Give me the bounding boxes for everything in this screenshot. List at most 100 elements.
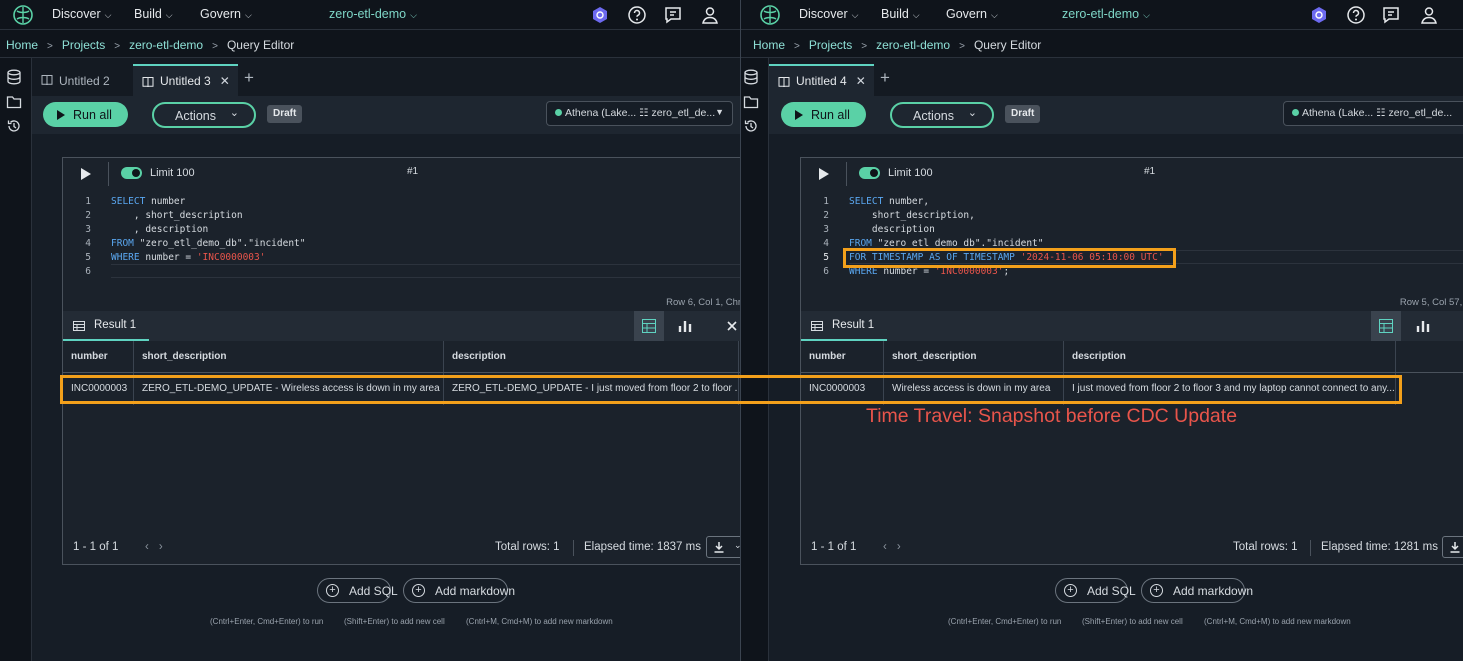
connection-selector[interactable]: Athena (Lake... ☷ zero_etl_de... [1283, 101, 1463, 126]
breadcrumb-project[interactable]: zero-etl-demo [129, 38, 203, 52]
elapsed-time: Elapsed time: 1837 ms [584, 541, 701, 553]
add-sql-button[interactable]: + Add SQL [317, 578, 398, 603]
run-all-button[interactable]: Run all [43, 102, 128, 127]
close-tab-icon[interactable]: ✕ [856, 74, 866, 88]
cursor-status: Row 5, Col 57, Ch [1399, 297, 1463, 308]
app-logo-icon[interactable] [12, 4, 34, 26]
history-icon[interactable] [6, 118, 22, 134]
breadcrumb-home[interactable]: Home [753, 38, 785, 52]
pagination-arrows[interactable]: ‹› [883, 541, 911, 553]
code-line: FROM "zero_etl_demo_db"."incident" [111, 238, 306, 249]
help-icon[interactable] [627, 5, 647, 25]
column-header-description[interactable]: description [1064, 341, 1396, 372]
app-logo-icon[interactable] [759, 4, 781, 26]
table-view-button[interactable] [634, 311, 664, 341]
hint-run: (Cntrl+Enter, Cmd+Enter) to run [210, 617, 324, 626]
plus-circle-icon: + [412, 584, 425, 597]
breadcrumb-home[interactable]: Home [6, 38, 38, 52]
nav-build[interactable]: Build ⌵ [881, 7, 920, 21]
history-icon[interactable] [743, 118, 759, 134]
top-nav-bar: Discover ⌵ Build ⌵ Govern ⌵ zero-etl-demo ⌵ [0, 0, 740, 30]
code-line: , short_description [111, 210, 243, 221]
download-button[interactable]: ⌄ [706, 536, 740, 558]
amazon-q-icon[interactable] [1309, 5, 1329, 25]
result-tab[interactable]: Result 1 [63, 311, 149, 341]
column-header-number[interactable]: number [801, 341, 884, 372]
divider [108, 162, 109, 186]
run-all-button[interactable]: Run all [781, 102, 866, 127]
chart-view-button[interactable] [670, 311, 700, 341]
column-header-number[interactable]: number [63, 341, 134, 372]
limit-toggle[interactable] [121, 167, 142, 179]
download-button[interactable] [1442, 536, 1463, 558]
tab-untitled-4[interactable]: Untitled 4 ✕ [769, 64, 874, 96]
database-icon[interactable] [743, 69, 759, 85]
actions-label: Actions [175, 109, 216, 123]
nav-govern[interactable]: Govern ⌵ [200, 7, 252, 21]
folder-icon[interactable] [6, 94, 22, 110]
folder-icon[interactable] [743, 94, 759, 110]
chart-view-button[interactable] [1408, 311, 1438, 341]
add-markdown-button[interactable]: + Add markdown [1141, 578, 1253, 603]
close-tab-icon[interactable]: ✕ [220, 74, 230, 88]
breadcrumb-projects[interactable]: Projects [62, 38, 105, 52]
actions-dropdown[interactable]: Actions ⌄ [152, 102, 256, 128]
cell-number: #1 [1144, 166, 1156, 177]
amazon-q-icon[interactable] [590, 5, 610, 25]
add-tab-icon[interactable]: + [244, 68, 254, 88]
sql-code-editor[interactable]: 1 SELECT number 2 , short_description 3 ,… [63, 196, 740, 282]
add-sql-button[interactable]: + Add SQL [1055, 578, 1136, 603]
hint-markdown: (Cntrl+M, Cmd+M) to add new markdown [1204, 617, 1351, 626]
left-side-rail [741, 58, 769, 661]
project-name: zero-etl-demo [329, 7, 407, 21]
chevron-down-icon: ⌵ [165, 10, 173, 20]
limit-label: Limit 100 [150, 167, 195, 179]
actions-dropdown[interactable]: Actions ⌄ [890, 102, 994, 128]
tab-untitled-3[interactable]: Untitled 3 ✕ [133, 64, 238, 96]
feedback-icon[interactable] [1381, 5, 1401, 25]
divider [573, 540, 574, 556]
chevron-down-icon: ⌵ [851, 10, 859, 20]
table-view-button[interactable] [1371, 311, 1401, 341]
chevron-down-icon: ⌄ [967, 107, 977, 119]
sql-code-editor[interactable]: 1 SELECT number, 2 short_description, 3 d… [801, 196, 1463, 282]
cursor-status: Row 6, Col 1, Chr 1 [666, 297, 740, 308]
nav-discover[interactable]: Discover ⌵ [52, 7, 111, 21]
run-cell-icon[interactable] [819, 168, 829, 180]
user-profile-icon[interactable] [700, 5, 720, 25]
connection-selector[interactable]: Athena (Lake... ☷ zero_etl_de... ▼ [546, 101, 733, 126]
add-markdown-button[interactable]: + Add markdown [403, 578, 515, 603]
line-number: 1 [823, 196, 829, 207]
result-column-header: number short_description description [63, 341, 740, 373]
code-line: SELECT number, [849, 196, 930, 207]
nav-govern[interactable]: Govern ⌵ [946, 7, 998, 21]
query-tabs: Untitled 4 ✕ + [769, 58, 1463, 96]
feedback-icon[interactable] [663, 5, 683, 25]
column-header-description[interactable]: description [444, 341, 739, 372]
user-profile-icon[interactable] [1419, 5, 1439, 25]
breadcrumb-projects[interactable]: Projects [809, 38, 852, 52]
line-number: 6 [85, 266, 91, 277]
nav-discover-label: Discover [52, 7, 101, 21]
pagination-arrows[interactable]: ‹› [145, 541, 173, 553]
project-selector[interactable]: zero-etl-demo ⌵ [1062, 7, 1150, 21]
column-header-short-description[interactable]: short_description [134, 341, 444, 372]
result-footer: 1 - 1 of 1 ‹› Total rows: 1 Elapsed time… [801, 532, 1463, 564]
database-icon[interactable] [6, 69, 22, 85]
engine-label: Athena (Lake... [1302, 107, 1374, 119]
result-tab[interactable]: Result 1 [801, 311, 887, 341]
breadcrumb-project[interactable]: zero-etl-demo [876, 38, 950, 52]
nav-build[interactable]: Build ⌵ [134, 7, 173, 21]
actions-label: Actions [913, 109, 954, 123]
code-line: SELECT number [111, 196, 186, 207]
nav-discover[interactable]: Discover ⌵ [799, 7, 858, 21]
project-selector[interactable]: zero-etl-demo ⌵ [329, 7, 417, 21]
add-tab-icon[interactable]: + [880, 68, 890, 88]
help-icon[interactable] [1346, 5, 1366, 25]
limit-toggle[interactable] [859, 167, 880, 179]
close-result-button[interactable] [717, 311, 740, 341]
run-cell-icon[interactable] [81, 168, 91, 180]
column-header-short-description[interactable]: short_description [884, 341, 1064, 372]
tab-untitled-2[interactable]: Untitled 2 [32, 64, 118, 96]
